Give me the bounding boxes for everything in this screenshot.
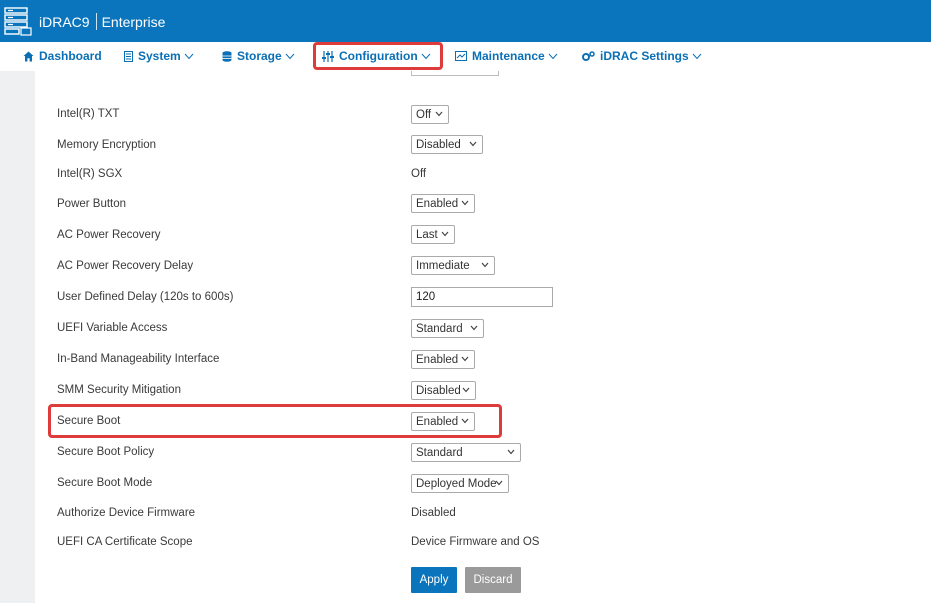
smm-security-mitigation-select[interactable]: Disabled xyxy=(411,381,476,400)
nav-dashboard-label: Dashboard xyxy=(39,49,102,63)
in-band-manageability-value: Enabled xyxy=(416,353,459,366)
nav-idrac-settings[interactable]: iDRAC Settings xyxy=(582,49,702,63)
chevron-down-icon xyxy=(470,325,478,331)
ac-power-recovery-label: AC Power Recovery xyxy=(57,229,161,241)
smm-security-mitigation-value: Disabled xyxy=(416,384,461,397)
secure-boot-select[interactable]: Enabled xyxy=(411,412,475,431)
chevron-down-icon xyxy=(495,480,503,486)
gears-icon xyxy=(582,50,595,61)
product-edition: Enterprise xyxy=(101,13,166,30)
left-gutter xyxy=(0,71,35,603)
chevron-down-icon xyxy=(469,141,477,147)
secure-boot-policy-label: Secure Boot Policy xyxy=(57,446,155,458)
ac-power-recovery-delay-select[interactable]: Immediate xyxy=(411,256,495,275)
chevron-down-icon xyxy=(435,111,443,117)
nav-configuration[interactable]: Configuration xyxy=(322,49,431,63)
nav-idrac-settings-label: iDRAC Settings xyxy=(600,49,689,63)
monitor-icon xyxy=(455,51,467,61)
nav-dashboard[interactable]: Dashboard xyxy=(23,49,102,63)
main-nav: Dashboard System Storage Configuration M… xyxy=(0,42,931,71)
chevron-down-icon xyxy=(285,53,295,59)
secure-boot-label: Secure Boot xyxy=(57,415,121,427)
uefi-variable-access-value: Standard xyxy=(416,322,463,335)
power-button-value: Enabled xyxy=(416,197,459,210)
ac-power-recovery-delay-value: Immediate xyxy=(416,259,470,272)
nav-storage[interactable]: Storage xyxy=(222,49,295,63)
chevron-down-icon xyxy=(421,53,431,59)
clipped-field-above xyxy=(411,71,499,76)
user-defined-delay-input[interactable]: 120 xyxy=(411,287,553,307)
memory-encryption-label: Memory Encryption xyxy=(57,139,157,151)
secure-boot-mode-label: Secure Boot Mode xyxy=(57,477,153,489)
nav-storage-label: Storage xyxy=(237,49,282,63)
chevron-down-icon xyxy=(461,356,469,362)
in-band-manageability-select[interactable]: Enabled xyxy=(411,350,475,369)
secure-boot-mode-select[interactable]: Deployed Mode xyxy=(411,474,509,493)
intel-sgx-label: Intel(R) SGX xyxy=(57,168,123,180)
secure-boot-policy-value: Standard xyxy=(416,446,463,459)
ac-power-recovery-value: Last xyxy=(416,228,438,241)
intel-txt-label: Intel(R) TXT xyxy=(57,108,120,120)
uefi-ca-certificate-scope-label: UEFI CA Certificate Scope xyxy=(57,536,193,548)
authorize-device-firmware-value: Disabled xyxy=(411,507,456,519)
chevron-down-icon xyxy=(507,449,515,455)
intel-sgx-value: Off xyxy=(411,168,427,180)
chevron-down-icon xyxy=(461,200,469,206)
database-icon xyxy=(222,50,232,62)
memory-encryption-value: Disabled xyxy=(416,138,461,151)
user-defined-delay-value: 120 xyxy=(416,291,436,303)
memory-encryption-select[interactable]: Disabled xyxy=(411,135,483,154)
server-icon xyxy=(124,50,133,62)
apply-button[interactable]: Apply xyxy=(411,567,457,593)
intel-txt-select[interactable]: Off xyxy=(411,105,449,124)
brand-separator xyxy=(95,13,97,30)
chevron-down-icon xyxy=(184,53,194,59)
uefi-variable-access-select[interactable]: Standard xyxy=(411,319,484,338)
chevron-down-icon xyxy=(461,418,469,424)
secure-boot-value: Enabled xyxy=(416,415,459,428)
nav-configuration-label: Configuration xyxy=(339,49,418,63)
idrac-server-icon xyxy=(4,7,32,36)
nav-system-label: System xyxy=(138,49,181,63)
chevron-down-icon xyxy=(441,231,449,237)
ac-power-recovery-delay-label: AC Power Recovery Delay xyxy=(57,260,194,272)
secure-boot-policy-select[interactable]: Standard xyxy=(411,443,521,462)
chevron-down-icon xyxy=(481,262,489,268)
nav-maintenance-label: Maintenance xyxy=(472,49,545,63)
bios-settings-panel: Intel(R) TXT Off Memory Encryption Disab… xyxy=(35,71,931,603)
chevron-down-icon xyxy=(692,53,702,59)
home-icon xyxy=(23,51,34,61)
secure-boot-mode-value: Deployed Mode xyxy=(416,477,497,490)
chevron-down-icon xyxy=(548,53,558,59)
user-defined-delay-label: User Defined Delay (120s to 600s) xyxy=(57,291,234,303)
power-button-select[interactable]: Enabled xyxy=(411,194,475,213)
discard-button[interactable]: Discard xyxy=(465,567,521,593)
brand-title: iDRAC9 Enterprise xyxy=(39,13,165,30)
uefi-variable-access-label: UEFI Variable Access xyxy=(57,322,168,334)
chevron-down-icon xyxy=(462,387,470,393)
power-button-label: Power Button xyxy=(57,198,127,210)
product-name: iDRAC9 xyxy=(39,13,90,30)
smm-security-mitigation-label: SMM Security Mitigation xyxy=(57,384,181,396)
top-header-bar: iDRAC9 Enterprise xyxy=(0,0,931,42)
authorize-device-firmware-label: Authorize Device Firmware xyxy=(57,507,196,519)
uefi-ca-certificate-scope-value: Device Firmware and OS xyxy=(411,536,540,548)
ac-power-recovery-select[interactable]: Last xyxy=(411,225,455,244)
sliders-icon xyxy=(322,50,334,62)
in-band-manageability-label: In-Band Manageability Interface xyxy=(57,353,220,365)
nav-system[interactable]: System xyxy=(124,49,194,63)
nav-maintenance[interactable]: Maintenance xyxy=(455,49,558,63)
intel-txt-value: Off xyxy=(416,108,432,121)
